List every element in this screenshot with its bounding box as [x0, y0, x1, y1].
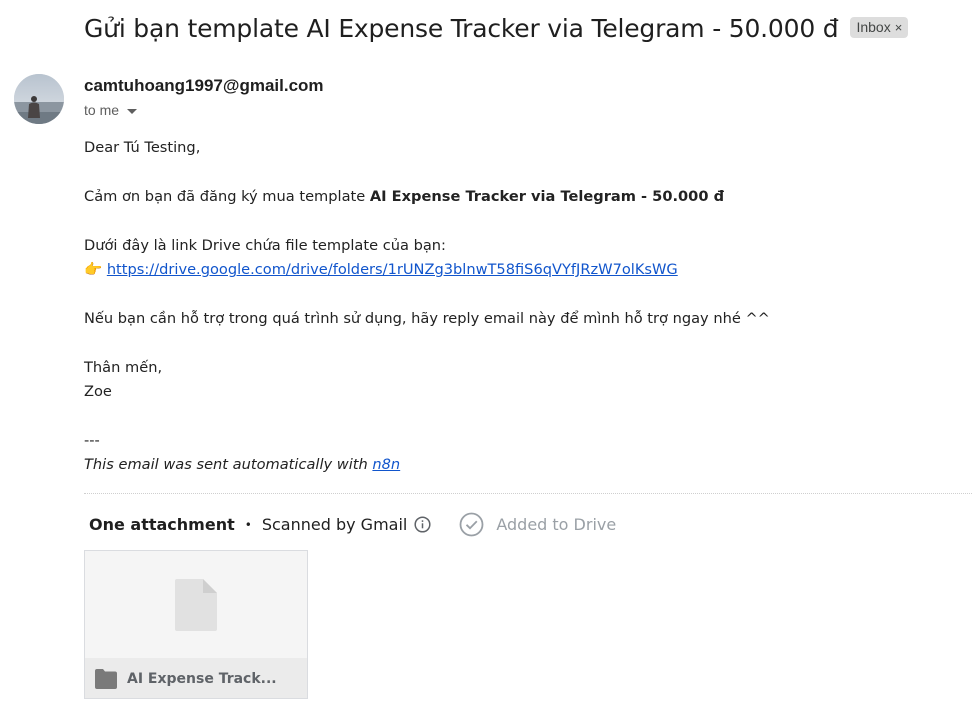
close-icon[interactable]: × — [895, 20, 903, 35]
attachment-footer: AI Expense Track... — [85, 658, 307, 698]
drive-link-line: 👉 https://drive.google.com/drive/folders… — [84, 258, 770, 282]
n8n-link[interactable]: n8n — [372, 456, 400, 473]
pointing-hand-icon: 👉 — [84, 261, 103, 278]
check-circle-icon — [459, 512, 484, 537]
label-text: Inbox — [856, 19, 891, 35]
thanks-text: Cảm ơn bạn đã đăng ký mua template — [84, 188, 370, 205]
attachment-divider — [84, 493, 972, 494]
footer-text: This email was sent automatically with — [84, 456, 373, 473]
file-icon — [175, 578, 217, 631]
inbox-label-chip[interactable]: Inbox × — [850, 17, 909, 38]
drive-link[interactable]: https://drive.google.com/drive/folders/1… — [107, 261, 678, 278]
attachment-count: One attachment — [89, 515, 235, 534]
chevron-down-icon — [127, 108, 138, 114]
info-icon[interactable] — [414, 516, 431, 533]
greeting: Dear Tú Testing, — [84, 139, 201, 156]
attachment-name: AI Expense Track... — [127, 670, 277, 687]
recipient-label: to me — [84, 102, 120, 118]
sender-email[interactable]: camtuhoang1997@gmail.com — [84, 76, 324, 96]
drive-intro: Dưới đây là link Drive chứa file templat… — [84, 237, 446, 254]
separator: --- — [84, 432, 100, 449]
signature: Zoe — [84, 383, 112, 400]
avatar-photo — [14, 74, 64, 124]
scan-status: Scanned by Gmail — [261, 515, 408, 534]
product-name: AI Expense Tracker via Telegram - 50.000… — [369, 188, 725, 205]
bullet-separator: • — [244, 517, 252, 532]
email-body: Dear Tú Testing, Cảm ơn bạn đã đăng ký m… — [84, 136, 770, 477]
added-to-drive-status: Added to Drive — [459, 512, 616, 537]
added-to-drive-label: Added to Drive — [496, 515, 617, 534]
support-line: Nếu bạn cần hỗ trợ trong quá trình sử dụ… — [84, 310, 770, 327]
attachment-card[interactable]: AI Expense Track... — [84, 550, 308, 699]
auto-footer: This email was sent automatically with n… — [84, 453, 770, 477]
avatar[interactable] — [14, 74, 64, 124]
attachment-header: One attachment • Scanned by Gmail Added … — [89, 512, 616, 537]
recipient-toggle[interactable]: to me — [84, 102, 138, 118]
folder-icon — [95, 668, 117, 689]
attachment-preview — [85, 551, 307, 658]
email-subject-row: Gửi bạn template AI Expense Tracker via … — [84, 14, 909, 43]
email-subject: Gửi bạn template AI Expense Tracker via … — [84, 14, 839, 43]
thanks-line: Cảm ơn bạn đã đăng ký mua template AI Ex… — [84, 185, 770, 209]
closing: Thân mến, — [84, 359, 163, 376]
